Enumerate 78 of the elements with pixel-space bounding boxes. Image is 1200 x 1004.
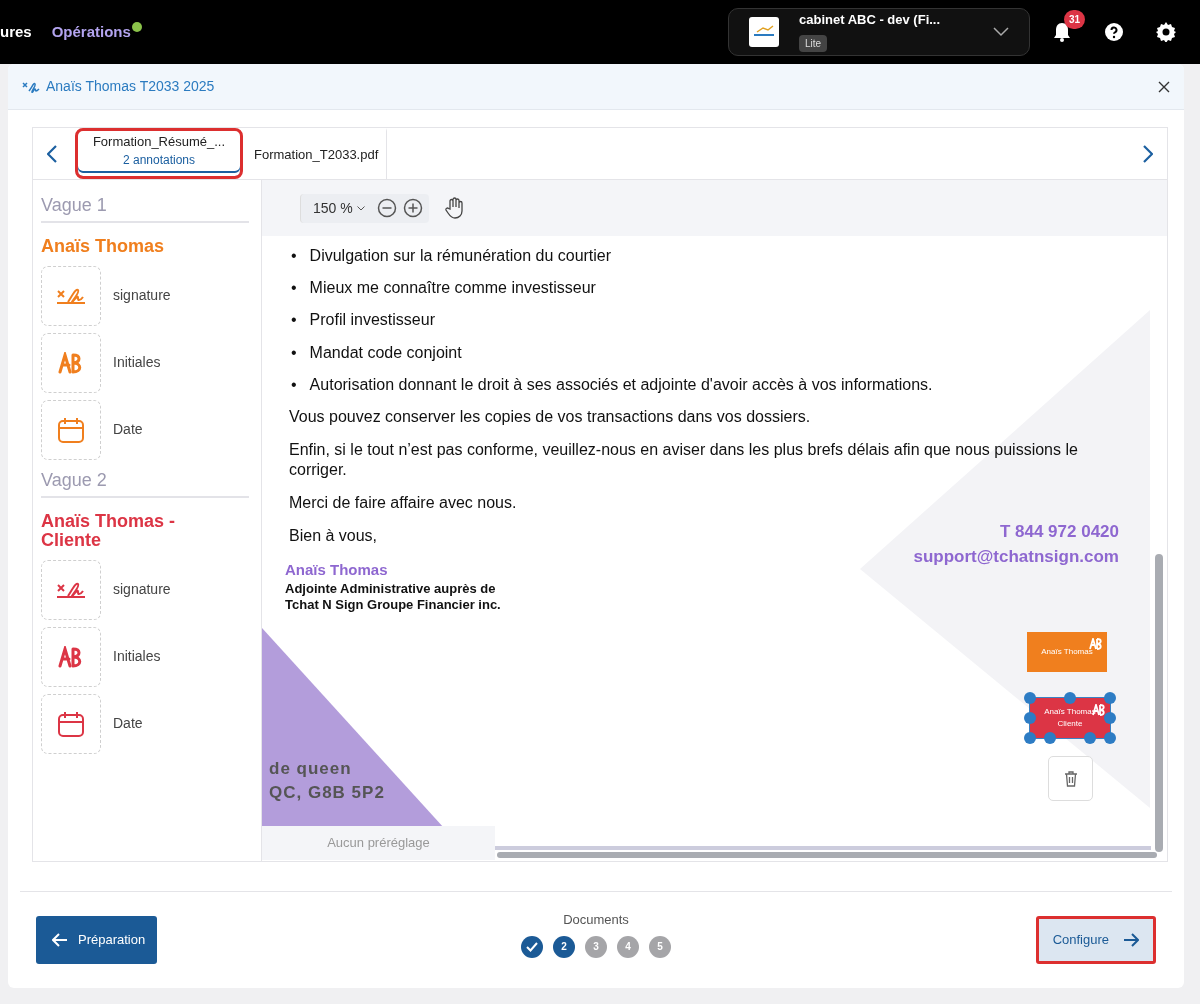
nav-link[interactable]: ures — [0, 20, 32, 44]
preset-label: Aucun préréglage — [262, 826, 495, 860]
field-tile[interactable] — [41, 399, 101, 460]
bullet-marker: • — [291, 246, 297, 266]
account-switcher[interactable]: cabinet ABC - dev (Fi... Lite — [728, 8, 1030, 56]
resize-handle[interactable] — [1024, 732, 1036, 744]
field-tile[interactable] — [41, 559, 101, 620]
document-tab[interactable]: Formation_Résumé_... 2 annotations — [75, 128, 243, 179]
phone-number: T 844 972 0420 — [998, 521, 1119, 543]
bell-icon[interactable] — [1053, 22, 1071, 42]
field-tile[interactable] — [41, 265, 101, 326]
bullet-text: Autorisation donnant le droit à ses associés et adjointe d'avoir accès à vos informations. — [309, 374, 933, 394]
zoom-out-icon[interactable] — [376, 198, 397, 218]
configure-button[interactable]: Configure — [1035, 916, 1156, 964]
trash-icon — [1063, 770, 1078, 787]
chevron-right-icon — [1143, 144, 1153, 163]
settings-icon[interactable] — [1156, 22, 1176, 42]
field-label: Date — [113, 714, 143, 734]
calendar-icon — [57, 709, 85, 738]
check-icon — [526, 941, 538, 952]
bullet-text: Divulgation sur la rémunération du courtier — [309, 246, 612, 266]
field-label: Initiales — [113, 647, 161, 667]
email-address: support@tchatnsign.com — [913, 545, 1119, 568]
plan-badge: Lite — [799, 34, 828, 52]
chevron-down-icon — [356, 206, 365, 212]
delete-button[interactable] — [1048, 756, 1093, 801]
signer-title: Adjointe Administrative auprès de Tchat N Sign Groupe Financier inc. — [285, 581, 502, 613]
initials-icon — [58, 645, 84, 668]
back-button[interactable]: Préparation — [36, 916, 158, 964]
account-logo-icon — [749, 17, 779, 47]
resize-handle[interactable] — [1024, 712, 1036, 724]
notification-count: 31 — [1064, 10, 1086, 29]
field-label: Initiales — [113, 353, 161, 373]
field-tile[interactable] — [41, 626, 101, 687]
horizontal-scrollbar[interactable] — [497, 852, 1157, 858]
address-line: de queen — [269, 758, 353, 780]
hand-icon[interactable] — [444, 197, 465, 219]
initials-icon — [58, 351, 84, 374]
bullet-marker: • — [291, 310, 297, 330]
zoom-in-icon[interactable] — [402, 198, 423, 218]
signer-name: Anaïs Thomas — [285, 559, 388, 580]
calendar-icon — [57, 415, 85, 444]
vertical-scrollbar[interactable] — [1155, 554, 1163, 852]
chevron-down-icon — [993, 27, 1009, 37]
bullet-text: Profil investisseur — [309, 310, 435, 330]
help-icon[interactable] — [1105, 23, 1123, 41]
wave-heading: Vague 1 — [41, 192, 249, 223]
bullet-marker: • — [291, 278, 297, 298]
signature-icon — [22, 80, 40, 93]
signer-name: Anaïs Thomas - Cliente — [41, 511, 177, 550]
initials-icon — [1089, 638, 1103, 650]
bullet-marker: • — [291, 342, 297, 362]
address-line: QC, G8B 5P2 — [269, 781, 385, 804]
field-label: Date — [113, 420, 143, 440]
step-indicator[interactable]: 2 — [553, 935, 575, 958]
modal-title: Anaïs Thomas T2033 2025 — [46, 77, 215, 96]
wave-heading: Vague 2 — [41, 466, 249, 498]
paragraph: Merci de faire affaire avec nous. — [289, 492, 517, 513]
field-label: signature — [113, 580, 171, 600]
step-indicator[interactable] — [521, 935, 543, 958]
bullet-text: Mieux me connaître comme investisseur — [309, 278, 596, 298]
chevron-left-icon — [47, 144, 57, 163]
stepper-label: Documents — [563, 911, 629, 929]
paragraph: Enfin, si le tout n’est pas conforme, veuillez-nous en aviser dans les plus brefs délais afin que nous puissions le corriger. — [289, 439, 1079, 480]
bullet-marker: • — [291, 374, 297, 394]
paragraph: Bien à vous, — [289, 525, 378, 546]
arrow-right-icon — [1123, 933, 1139, 947]
close-icon[interactable] — [1158, 80, 1170, 93]
field-tile[interactable] — [41, 693, 101, 754]
paragraph: Vous pouvez conserver les copies de vos transactions dans vos dossiers. — [289, 406, 811, 427]
field-tile[interactable] — [41, 332, 101, 393]
bullet-text: Mandat code conjoint — [309, 342, 462, 362]
signer-name: Anaïs Thomas — [41, 237, 166, 256]
nav-link[interactable]: Opérations — [51, 20, 131, 44]
document-tab[interactable]: Formation_T2033.pdf — [243, 128, 388, 179]
account-name: cabinet ABC - dev (Fi... — [799, 11, 941, 30]
field-label: signature — [113, 286, 171, 306]
arrow-left-icon — [52, 933, 68, 947]
